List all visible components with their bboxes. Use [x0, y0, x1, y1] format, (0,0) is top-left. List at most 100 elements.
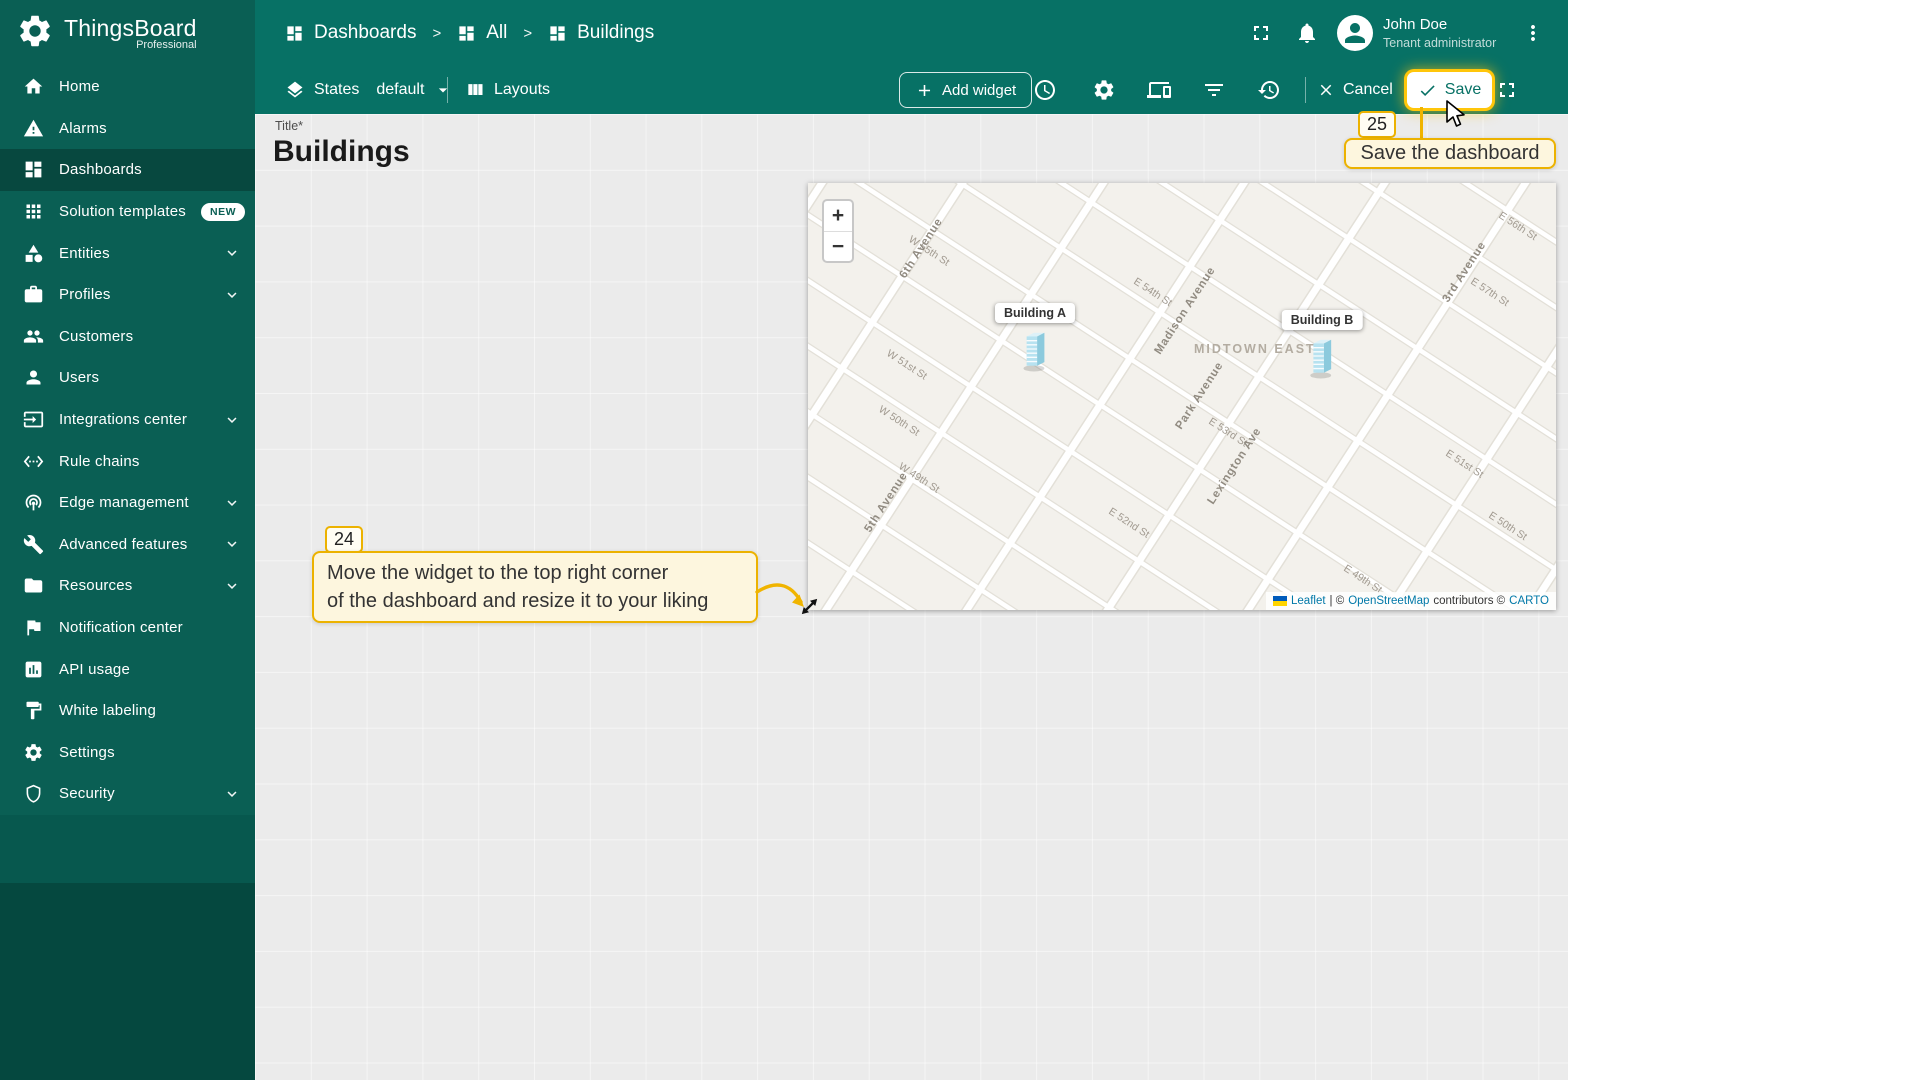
top-header-bar: Dashboards > All > Buildings John Doe Te… — [255, 0, 1568, 66]
breadcrumb-buildings[interactable]: Buildings — [548, 22, 654, 44]
openstreetmap-link[interactable]: OpenStreetMap — [1348, 595, 1429, 607]
breadcrumb-label: Dashboards — [314, 22, 417, 43]
apps-grid-icon — [22, 201, 44, 223]
ukraine-flag-icon — [1273, 596, 1288, 606]
sidebar-item-label: Advanced features — [59, 535, 188, 553]
sidebar-item-notification-center[interactable]: Notification center — [0, 607, 255, 649]
sidebar-item-alarms[interactable]: Alarms — [0, 108, 255, 150]
user-avatar[interactable] — [1337, 15, 1373, 51]
layouts-button[interactable]: Layouts — [465, 80, 550, 100]
wrench-icon — [22, 533, 44, 555]
brand-text: ThingsBoard Professional — [64, 16, 197, 51]
sidebar-item-security[interactable]: Security — [0, 773, 255, 815]
user-role: Tenant administrator — [1383, 36, 1497, 50]
person-icon — [1345, 23, 1365, 43]
save-label: Save — [1444, 81, 1482, 98]
filter-icon[interactable] — [1202, 78, 1226, 102]
paint-icon — [22, 700, 44, 722]
chevron-down-icon — [223, 286, 241, 304]
briefcase-icon — [22, 284, 44, 306]
add-widget-button[interactable]: Add widget — [899, 72, 1033, 108]
breadcrumb-label: All — [486, 22, 508, 43]
dashboard-title[interactable]: Buildings — [273, 135, 410, 169]
step-25-badge: 25 — [1358, 111, 1397, 138]
carto-link[interactable]: CARTO — [1509, 595, 1549, 607]
sidebar-item-entities[interactable]: Entities — [0, 232, 255, 274]
breadcrumb: Dashboards > All > Buildings — [285, 0, 654, 66]
sidebar-menu: Home Alarms Dashboards Solution template… — [0, 66, 255, 815]
time-window-clock-icon[interactable] — [1033, 78, 1057, 102]
shield-icon — [22, 783, 44, 805]
version-history-icon[interactable] — [1257, 78, 1281, 102]
zoom-in-button[interactable]: + — [824, 201, 852, 231]
folder-icon — [22, 575, 44, 597]
breadcrumb-dashboards[interactable]: Dashboards — [285, 22, 416, 44]
breadcrumb-all[interactable]: All — [457, 22, 507, 44]
attribution-text: contributors © — [1433, 595, 1506, 607]
add-widget-label: Add widget — [942, 81, 1017, 99]
map-widget[interactable]: W 55th St W 51st St W 50th St W 49th St … — [808, 183, 1556, 610]
fullscreen-icon[interactable] — [1249, 21, 1273, 45]
sidebar-item-edge-management[interactable]: Edge management — [0, 482, 255, 524]
step-25-connector-line — [1420, 107, 1423, 139]
layouts-columns-icon — [468, 84, 483, 95]
brand-name: ThingsBoard — [64, 14, 197, 41]
user-name: John Doe — [1383, 16, 1448, 33]
dashboards-icon — [287, 25, 302, 41]
leaflet-link[interactable]: Leaflet — [1291, 595, 1326, 607]
marker-label: Building A — [994, 303, 1076, 323]
sidebar-item-users[interactable]: Users — [0, 357, 255, 399]
sidebar-item-solution-templates[interactable]: Solution templates NEW — [0, 191, 255, 233]
sidebar-item-settings[interactable]: Settings — [0, 732, 255, 774]
sidebar-item-customers[interactable]: Customers — [0, 316, 255, 358]
sidebar-item-home[interactable]: Home — [0, 66, 255, 108]
chevron-down-icon — [223, 577, 241, 595]
integrations-input-icon — [22, 409, 44, 431]
check-icon — [1420, 84, 1435, 96]
cancel-label: Cancel — [1343, 81, 1393, 98]
sidebar-item-resources[interactable]: Resources — [0, 565, 255, 607]
dashboard-settings-gear-icon[interactable] — [1092, 78, 1116, 102]
breadcrumb-label: Buildings — [577, 22, 655, 43]
sidebar-item-profiles[interactable]: Profiles — [0, 274, 255, 316]
map-marker-building-b[interactable]: Building B — [1281, 310, 1363, 379]
step-25-callout: Save the dashboard — [1344, 138, 1556, 169]
caret-down-icon — [439, 88, 448, 93]
chart-box-icon — [22, 658, 44, 680]
manage-layouts-devices-icon[interactable] — [1147, 78, 1171, 102]
sidebar-item-rule-chains[interactable]: Rule chains — [0, 440, 255, 482]
breadcrumb-separator: > — [432, 24, 442, 42]
sidebar-item-advanced-features[interactable]: Advanced features — [0, 524, 255, 566]
sidebar-item-label: Solution templates — [59, 203, 187, 221]
cancel-button[interactable]: Cancel — [1317, 81, 1393, 99]
sidebar-item-label: Home — [59, 78, 100, 96]
sidebar-item-label: Entities — [59, 244, 110, 262]
sidebar-item-label: Resources — [59, 577, 133, 595]
map-marker-building-a[interactable]: Building A — [994, 303, 1076, 372]
person-icon — [22, 367, 44, 389]
brand-logo[interactable]: ThingsBoard Professional — [0, 0, 255, 66]
sidebar-item-api-usage[interactable]: API usage — [0, 648, 255, 690]
more-vert-icon[interactable] — [1521, 21, 1545, 45]
notifications-bell-icon[interactable] — [1295, 21, 1319, 45]
sidebar-item-dashboards[interactable]: Dashboards — [0, 149, 255, 191]
sidebar-item-white-labeling[interactable]: White labeling — [0, 690, 255, 732]
attribution-text: | © — [1329, 595, 1345, 607]
step-24-badge: 24 — [325, 526, 364, 553]
states-selector[interactable]: States default — [285, 80, 453, 100]
sidebar-item-integrations-center[interactable]: Integrations center — [0, 399, 255, 441]
step-24-text-line1: Move the widget to the top right corner — [327, 562, 669, 584]
plus-icon — [918, 84, 931, 96]
states-label: States — [314, 81, 360, 98]
sidebar-item-label: API usage — [59, 660, 131, 678]
sidebar-item-label: Profiles — [59, 286, 111, 304]
map-canvas[interactable]: W 55th St W 51st St W 50th St W 49th St … — [808, 183, 1556, 610]
expand-fullscreen-icon[interactable] — [1495, 78, 1519, 102]
callout-arrow — [755, 583, 804, 607]
zoom-out-button[interactable]: − — [824, 231, 852, 261]
breadcrumb-separator: > — [523, 24, 533, 42]
chevron-down-icon — [223, 494, 241, 512]
warning-icon — [22, 117, 44, 139]
gear-icon — [22, 741, 44, 763]
user-info: John Doe Tenant administrator — [1383, 16, 1496, 50]
